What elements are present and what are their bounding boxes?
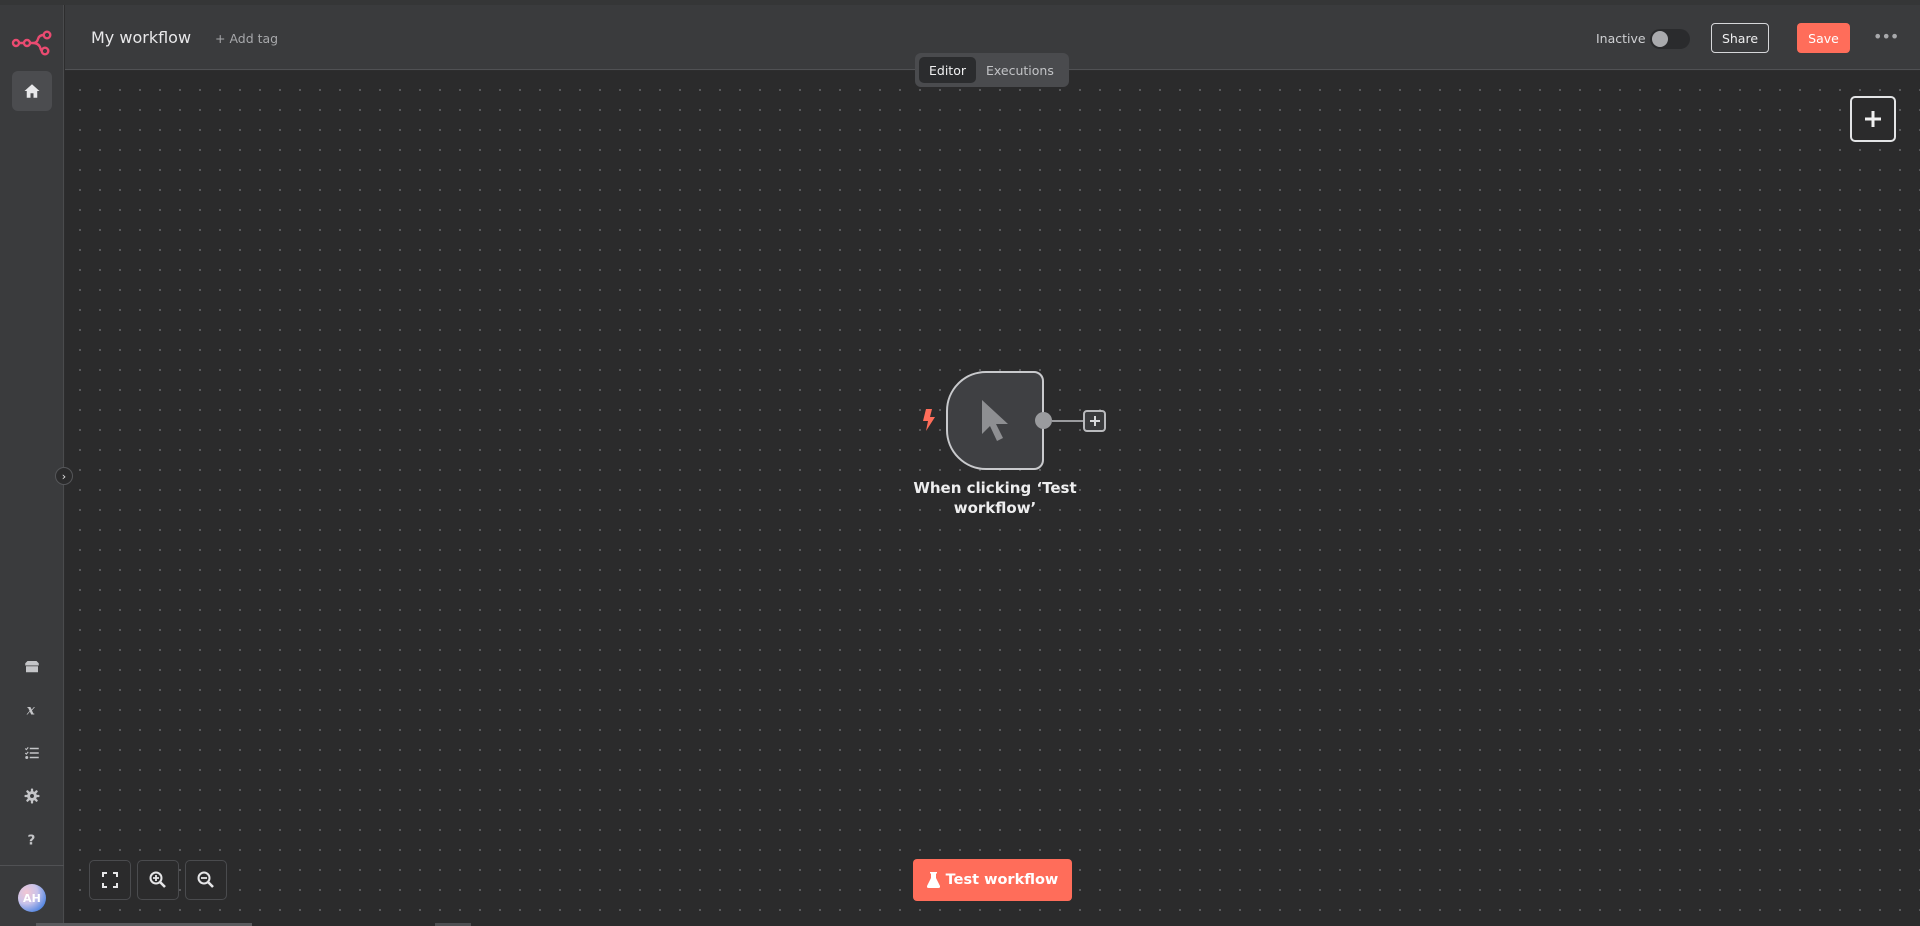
test-workflow-label: Test workflow (945, 872, 1059, 888)
svg-text:?: ? (28, 832, 36, 848)
box-icon (25, 661, 39, 673)
plus-icon (1865, 111, 1881, 127)
zoom-in-icon (149, 871, 166, 888)
variable-x-icon: x (26, 703, 36, 719)
svg-text:x: x (26, 703, 36, 719)
checklist-icon (24, 747, 39, 759)
sidebar-item-templates[interactable] (12, 647, 52, 687)
user-avatar[interactable]: AH (18, 884, 46, 912)
node-label: When clicking ‘Test workflow’ (913, 479, 1077, 517)
n8n-logo-icon[interactable] (11, 29, 53, 57)
tab-executions[interactable]: Executions (976, 57, 1064, 83)
save-button[interactable]: Save (1797, 23, 1850, 53)
sidebar-item-home[interactable] (12, 71, 52, 111)
zoom-in-button[interactable] (137, 860, 179, 900)
manual-trigger-node[interactable] (946, 371, 1044, 470)
workflow-title[interactable]: My workflow (91, 28, 191, 47)
home-icon (24, 84, 40, 98)
gear-icon (24, 788, 40, 804)
question-icon: ? (28, 832, 36, 848)
fit-view-icon (102, 872, 118, 888)
more-options-icon[interactable]: ••• (1873, 27, 1899, 49)
mouse-pointer-icon (982, 399, 1008, 441)
plus-icon (1089, 416, 1100, 426)
test-workflow-button[interactable]: Test workflow (913, 859, 1072, 901)
tab-editor[interactable]: Editor (919, 57, 976, 83)
sidebar-item-settings[interactable] (12, 776, 52, 816)
node-output-handle[interactable] (1035, 412, 1052, 429)
fit-view-button[interactable] (89, 860, 131, 900)
zoom-out-icon (197, 871, 214, 888)
chevron-right-icon: › (61, 469, 67, 483)
view-tabs: Editor Executions (915, 53, 1069, 87)
sidebar-item-variables[interactable]: x (12, 690, 52, 730)
add-node-button[interactable] (1850, 96, 1896, 142)
active-status-label: Inactive (1596, 31, 1646, 46)
toggle-knob (1652, 31, 1668, 47)
output-connector-line (1052, 420, 1083, 422)
add-next-node-button[interactable] (1083, 410, 1106, 432)
sidebar-item-executions[interactable] (12, 733, 52, 773)
sidebar-expand-button[interactable]: › (55, 467, 73, 485)
zoom-out-button[interactable] (185, 860, 227, 900)
sidebar-divider (0, 865, 64, 866)
active-toggle[interactable] (1650, 29, 1690, 49)
sidebar: x ? AH (0, 5, 64, 926)
add-tag-button[interactable]: + Add tag (215, 31, 278, 46)
share-button[interactable]: Share (1711, 23, 1769, 53)
trigger-bolt-icon (923, 409, 935, 431)
flask-icon (926, 872, 940, 888)
sidebar-item-help[interactable]: ? (12, 819, 52, 859)
